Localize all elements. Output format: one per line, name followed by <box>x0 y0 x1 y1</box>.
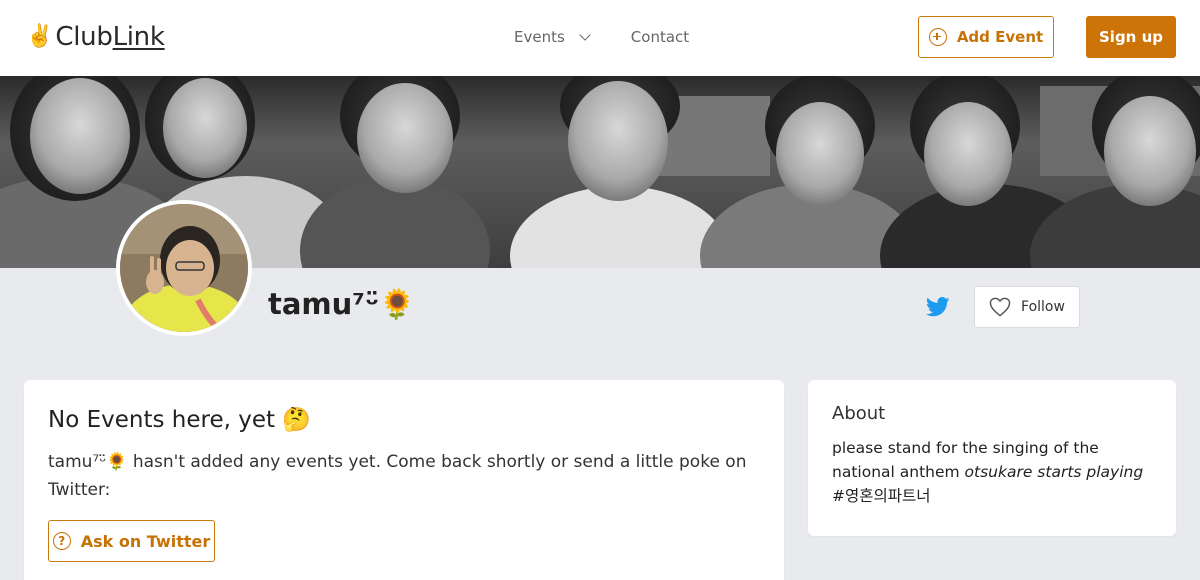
profile-avatar <box>116 200 252 336</box>
heart-icon <box>989 297 1011 317</box>
logo-text-club: Club <box>55 22 113 52</box>
add-event-button[interactable]: Add Event <box>918 16 1054 58</box>
sign-up-button[interactable]: Sign up <box>1086 16 1176 58</box>
events-card: No Events here, yet 🤔 tamu⁷ᵕ̈🌻 hasn't ad… <box>24 380 784 580</box>
main-nav: Events Contact <box>514 26 689 48</box>
question-circle-icon: ? <box>52 532 71 550</box>
about-text: please stand for the singing of the nati… <box>832 436 1152 508</box>
nav-events-label: Events <box>514 28 565 46</box>
about-card: About please stand for the singing of th… <box>808 380 1176 536</box>
victory-hand-icon: ✌️ <box>26 24 54 49</box>
nav-contact-link[interactable]: Contact <box>631 26 689 48</box>
follow-button[interactable]: Follow <box>974 286 1080 328</box>
follow-label: Follow <box>1021 299 1065 315</box>
avatar-image <box>120 204 248 332</box>
events-card-text: tamu⁷ᵕ̈🌻 hasn't added any events yet. Co… <box>48 452 747 500</box>
plus-circle-icon <box>928 28 947 46</box>
nav-events-dropdown[interactable]: Events <box>514 26 591 48</box>
about-title: About <box>832 403 886 424</box>
clublink-logo[interactable]: ✌️ ClubLink <box>26 22 165 52</box>
chevron-down-icon <box>579 29 591 41</box>
ask-on-twitter-button[interactable]: ? Ask on Twitter <box>48 520 215 562</box>
add-event-label: Add Event <box>956 28 1044 46</box>
sign-up-label: Sign up <box>1099 28 1163 46</box>
ask-on-twitter-label: Ask on Twitter <box>80 531 211 551</box>
logo-text-link: Link <box>112 22 165 52</box>
profile-name: tamu⁷ᵕ̈🌻 <box>268 287 416 321</box>
nav-contact-label: Contact <box>630 28 690 46</box>
twitter-icon[interactable] <box>925 296 950 318</box>
top-navbar: ✌️ ClubLink Events Contact Add Event Sig… <box>0 0 1200 76</box>
about-text-italic: otsukare starts playing <box>964 463 1144 481</box>
logo-text: ClubLink <box>55 22 165 52</box>
about-text-part-2: #영혼의파트너 <box>832 487 931 505</box>
events-card-title: No Events here, yet 🤔 <box>48 407 311 433</box>
